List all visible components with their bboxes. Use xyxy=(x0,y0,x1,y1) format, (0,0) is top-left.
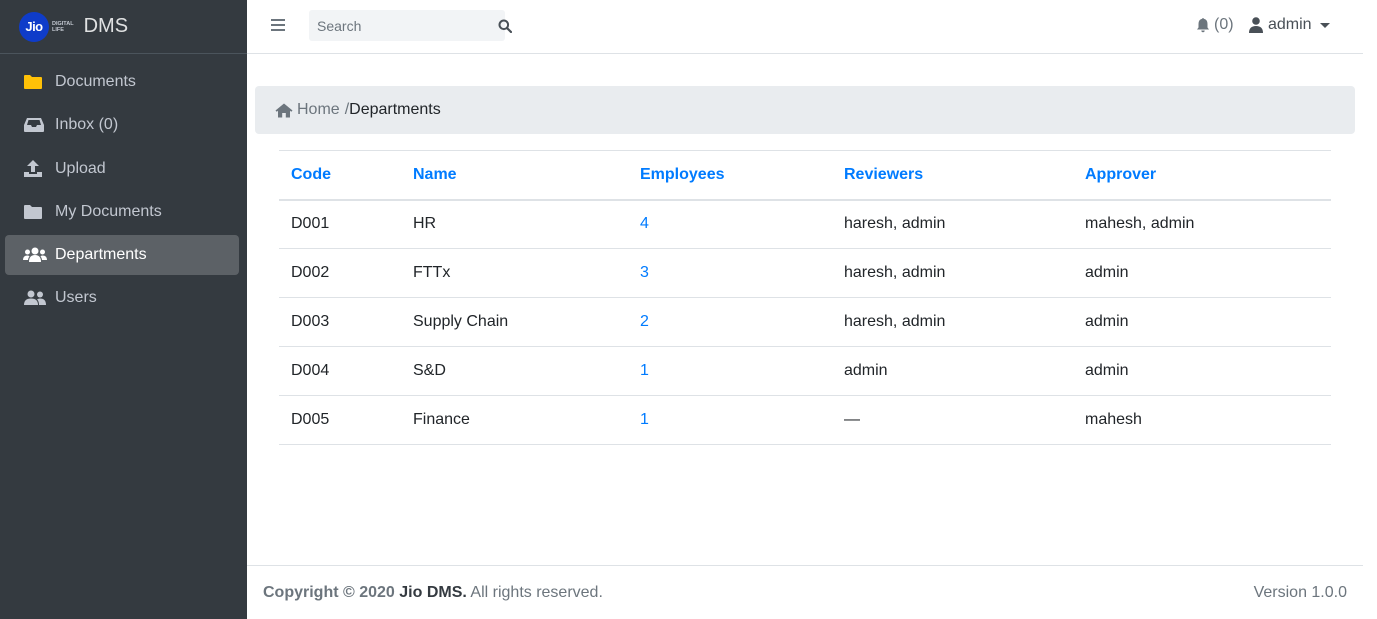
cell-name: Supply Chain xyxy=(401,297,628,347)
cell-approver: mahesh xyxy=(1073,395,1331,445)
search-icon[interactable] xyxy=(498,10,512,41)
chevron-down-icon xyxy=(1319,22,1330,28)
breadcrumb-home-label: Home xyxy=(297,101,340,118)
sidebar-item-label: Upload xyxy=(55,159,106,177)
cell-approver: admin xyxy=(1073,248,1331,298)
sidebar-item-documents[interactable]: Documents xyxy=(5,62,239,102)
logo-sub-line-2: LIFE xyxy=(52,26,64,33)
sidebar-nav: Documents Inbox (0) Upload My Documents … xyxy=(0,54,247,318)
upload-icon xyxy=(23,159,47,179)
footer-rights: All rights reserved. xyxy=(470,583,603,601)
cell-employees-link[interactable]: 3 xyxy=(628,248,832,298)
cell-employees-link[interactable]: 1 xyxy=(628,395,832,445)
footer-version: Version 1.0.0 xyxy=(1253,583,1347,601)
breadcrumb-current: Departments xyxy=(349,101,441,118)
brand-link[interactable]: Jio DIGITAL LIFE DMS xyxy=(0,0,247,54)
column-header-code[interactable]: Code xyxy=(279,151,401,200)
column-header-name[interactable]: Name xyxy=(401,151,628,200)
user-friends-icon xyxy=(23,288,47,308)
sidebar-item-upload[interactable]: Upload xyxy=(5,149,239,189)
sidebar-item-my-documents[interactable]: My Documents xyxy=(5,192,239,232)
cell-employees-link[interactable]: 1 xyxy=(628,346,832,396)
user-name: admin xyxy=(1268,16,1312,33)
cell-approver: admin xyxy=(1073,346,1331,396)
cell-name: FTTx xyxy=(401,248,628,298)
sidebar: Jio DIGITAL LIFE DMS Documents Inbox (0)… xyxy=(0,0,247,619)
folder-icon xyxy=(23,202,47,222)
jio-logo: Jio DIGITAL LIFE xyxy=(19,11,74,42)
cell-code: D001 xyxy=(279,199,401,249)
top-navbar: (0) admin xyxy=(247,0,1363,54)
sidebar-item-inbox[interactable]: Inbox (0) xyxy=(5,105,239,145)
footer: Copyright © 2020 Jio DMS. All rights res… xyxy=(247,565,1363,619)
user-menu-dropdown[interactable]: admin xyxy=(1249,16,1330,34)
table-header-row: Code Name Employees Reviewers Approver xyxy=(279,150,1331,200)
cell-reviewers: haresh, admin xyxy=(832,248,1073,298)
departments-table: Code Name Employees Reviewers Approver D… xyxy=(279,150,1331,445)
user-icon xyxy=(1249,17,1263,33)
sidebar-item-label: Inbox (0) xyxy=(55,116,119,134)
cell-code: D005 xyxy=(279,395,401,445)
home-icon xyxy=(275,103,293,117)
cell-name: S&D xyxy=(401,346,628,396)
sidebar-item-label: My Documents xyxy=(55,202,162,220)
search-form xyxy=(309,10,512,41)
departments-table-container: Code Name Employees Reviewers Approver D… xyxy=(279,150,1331,445)
folder-icon xyxy=(23,72,47,92)
cell-reviewers: haresh, admin xyxy=(832,199,1073,249)
breadcrumb: Home / Departments xyxy=(255,86,1355,134)
inbox-icon xyxy=(23,115,47,135)
cell-name: Finance xyxy=(401,395,628,445)
table-row: D005 Finance 1 — mahesh xyxy=(279,395,1331,445)
table-row: D003 Supply Chain 2 haresh, admin admin xyxy=(279,297,1331,347)
sidebar-item-users[interactable]: Users xyxy=(5,278,239,318)
cell-reviewers: haresh, admin xyxy=(832,297,1073,347)
notifications-button[interactable]: (0) xyxy=(1196,16,1234,34)
column-header-reviewers[interactable]: Reviewers xyxy=(832,151,1073,200)
cell-code: D002 xyxy=(279,248,401,298)
users-icon xyxy=(23,245,47,265)
cell-employees-link[interactable]: 2 xyxy=(628,297,832,347)
footer-copyright: Copyright © 2020 Jio DMS. All rights res… xyxy=(263,584,603,602)
sidebar-item-departments[interactable]: Departments xyxy=(5,235,239,276)
cell-code: D003 xyxy=(279,297,401,347)
sidebar-item-label: Documents xyxy=(55,73,136,90)
jio-logo-mark: Jio xyxy=(19,11,49,42)
cell-approver: mahesh, admin xyxy=(1073,199,1331,249)
cell-reviewers: — xyxy=(832,395,1073,445)
menu-toggle-icon[interactable] xyxy=(271,19,285,33)
bell-icon xyxy=(1197,18,1209,33)
table-row: D002 FTTx 3 haresh, admin admin xyxy=(279,248,1331,298)
table-row: D004 S&D 1 admin admin xyxy=(279,346,1331,396)
cell-code: D004 xyxy=(279,346,401,396)
footer-brand-link[interactable]: Jio DMS. xyxy=(399,584,467,601)
column-header-employees[interactable]: Employees xyxy=(628,151,832,200)
table-row: D001 HR 4 haresh, admin mahesh, admin xyxy=(279,199,1331,249)
copyright-text: Copyright © 2020 xyxy=(263,583,395,601)
breadcrumb-home-link[interactable]: Home xyxy=(275,101,340,119)
cell-reviewers: admin xyxy=(832,346,1073,396)
notifications-count: (0) xyxy=(1214,16,1234,33)
cell-approver: admin xyxy=(1073,297,1331,347)
cell-name: HR xyxy=(401,199,628,249)
search-input[interactable] xyxy=(309,10,498,41)
column-header-approver[interactable]: Approver xyxy=(1073,151,1331,200)
brand-text: DMS xyxy=(83,15,129,37)
sidebar-item-label: Users xyxy=(55,289,97,307)
logo-subtext: DIGITAL LIFE xyxy=(52,21,74,33)
sidebar-item-label: Departments xyxy=(55,246,147,264)
cell-employees-link[interactable]: 4 xyxy=(628,199,832,249)
